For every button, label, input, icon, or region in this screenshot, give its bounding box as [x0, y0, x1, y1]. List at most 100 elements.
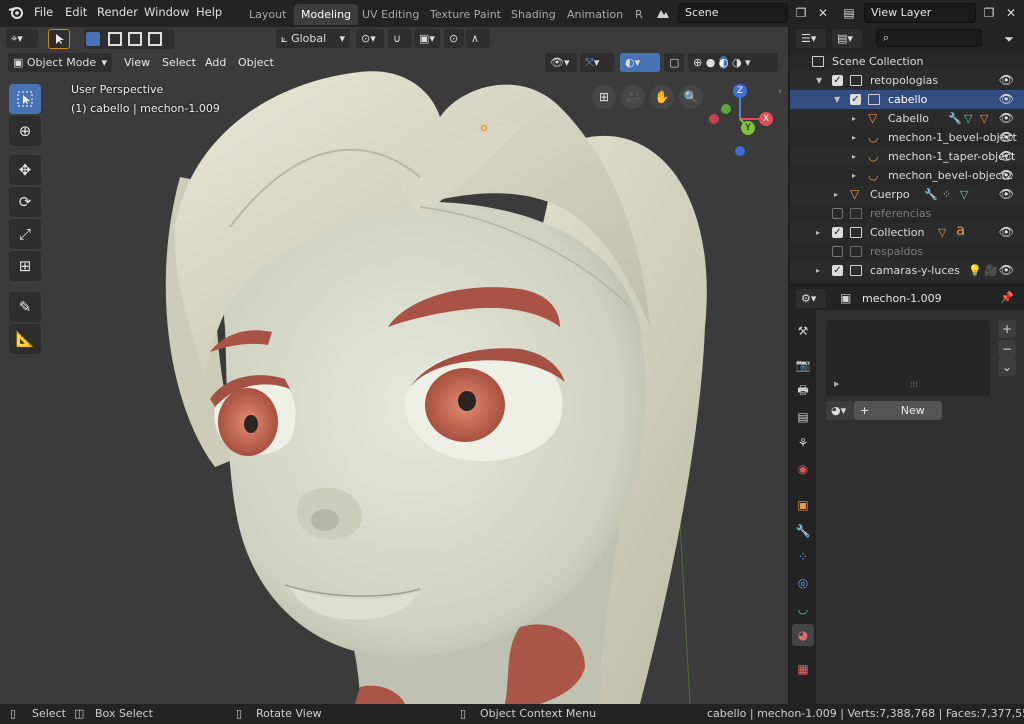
- mode-dropdown[interactable]: ▣ Object Mode ▾: [8, 53, 112, 72]
- light-icon[interactable]: 💡: [968, 261, 982, 280]
- vertex-groups-icon[interactable]: ⁘: [942, 185, 951, 204]
- collapse-sidebar-icon[interactable]: ‹: [778, 87, 782, 97]
- 3d-viewport[interactable]: ⌖▾ ⟀ Global ▾ ⊙▾ ∪ ▣▾ ⊙ ∧ ▣ Object Mode ▾ …: [0, 27, 788, 704]
- scene-tab-icon[interactable]: ⚘: [792, 432, 814, 454]
- view-layer-icon[interactable]: ▤: [836, 3, 862, 23]
- menu-select[interactable]: Select: [162, 56, 196, 69]
- camera-view-icon[interactable]: 🎥: [621, 85, 645, 109]
- checkbox-icon[interactable]: ✓: [832, 265, 843, 276]
- gizmo-z-axis[interactable]: Z: [733, 84, 747, 98]
- tab-texture-paint[interactable]: Texture Paint: [423, 4, 508, 25]
- outliner-row-bevel-object[interactable]: ▸ ◡ mechon-1_bevel-object 👁: [790, 128, 1024, 147]
- gizmo-x-axis[interactable]: X: [759, 112, 773, 126]
- scene-field[interactable]: Scene: [678, 3, 788, 23]
- slot-specials-icon[interactable]: ⌄: [998, 358, 1016, 376]
- new-scene-icon[interactable]: ❐: [790, 3, 812, 23]
- expand-triangle-icon[interactable]: ▸: [816, 261, 820, 280]
- eye-icon[interactable]: 👁: [999, 261, 1014, 280]
- add-slot-icon[interactable]: +: [998, 320, 1016, 338]
- measure-tool-icon[interactable]: 📐: [9, 324, 41, 354]
- text-object-icon[interactable]: a: [956, 221, 965, 240]
- checkbox-icon[interactable]: ✓: [832, 227, 843, 238]
- checkbox-icon[interactable]: [832, 246, 843, 257]
- filter-icon[interactable]: ⏷: [998, 29, 1020, 49]
- delete-scene-icon[interactable]: ✕: [812, 3, 834, 23]
- material-slot-list[interactable]: ▶ ⁞⁞⁞: [826, 320, 990, 396]
- expand-triangle-icon[interactable]: ▸: [834, 185, 838, 204]
- shading-options-icon[interactable]: ▾: [745, 56, 751, 69]
- falloff-icon[interactable]: ∧: [466, 29, 490, 48]
- new-view-layer-icon[interactable]: ❐: [978, 3, 1000, 23]
- transform-orientation-dropdown[interactable]: ⟀ Global ▾: [276, 29, 350, 48]
- menu-add[interactable]: Add: [205, 56, 226, 69]
- outliner-row-cuerpo[interactable]: ▸ ▽ Cuerpo 🔧 ⁘ ▽ 👁: [790, 185, 1024, 204]
- expand-triangle-icon[interactable]: ▸: [852, 109, 856, 128]
- tab-rendering-cut[interactable]: R: [628, 4, 650, 25]
- expand-triangle-icon[interactable]: ▼: [834, 90, 840, 109]
- editor-type-icon[interactable]: ⌖▾: [6, 29, 38, 48]
- material-tab-icon[interactable]: ◕: [792, 624, 814, 646]
- view-layer-field[interactable]: View Layer: [864, 3, 976, 23]
- checkbox-icon[interactable]: ✓: [850, 94, 861, 105]
- outliner-row-cabello[interactable]: ▼ ✓ cabello 👁: [790, 90, 1024, 109]
- menu-file[interactable]: File: [34, 5, 53, 19]
- tab-uv-editing[interactable]: UV Editing: [355, 4, 426, 25]
- select-subtract-icon[interactable]: [128, 32, 142, 46]
- menu-window[interactable]: Window: [144, 5, 189, 19]
- rendered-shading-icon[interactable]: ◑: [732, 56, 742, 69]
- checkbox-icon[interactable]: [832, 208, 843, 219]
- select-invert-icon[interactable]: [148, 32, 162, 46]
- resize-grip-icon[interactable]: ⁞⁞⁞: [910, 380, 918, 389]
- material-browse-icon[interactable]: ◕▾: [826, 401, 854, 420]
- annotate-tool-icon[interactable]: ✎: [9, 292, 41, 322]
- outliner-row-referencias[interactable]: referencias: [790, 204, 1024, 223]
- eye-icon[interactable]: 👁: [999, 166, 1014, 185]
- expand-triangle-icon[interactable]: ▸: [816, 223, 820, 242]
- modifier-wrench-icon[interactable]: 🔧: [924, 185, 938, 204]
- select-extend-icon[interactable]: [108, 32, 122, 46]
- scale-tool-icon[interactable]: ⤢: [9, 219, 41, 249]
- expand-triangle-icon[interactable]: ▼: [816, 71, 822, 90]
- outliner-row-collection[interactable]: ▸ ✓ Collection ▽ a 👁: [790, 221, 1024, 242]
- render-tab-icon[interactable]: 📷: [792, 354, 814, 376]
- camera-icon[interactable]: 🎥: [984, 261, 998, 280]
- expand-triangle-icon[interactable]: ▸: [852, 147, 856, 166]
- cursor-tool-icon[interactable]: ⊕: [9, 116, 41, 146]
- object-tab-icon[interactable]: ▣: [792, 494, 814, 516]
- visibility-eye-icon[interactable]: 👁▾: [545, 53, 577, 72]
- modifier-wrench-icon[interactable]: 🔧: [948, 109, 962, 128]
- snap-icon[interactable]: ∪: [388, 29, 412, 48]
- display-mode-icon[interactable]: ▤▾: [832, 29, 862, 48]
- pan-hand-icon[interactable]: ✋: [650, 85, 674, 109]
- mesh-data-icon[interactable]: ▽: [960, 185, 968, 204]
- remove-slot-icon[interactable]: −: [998, 340, 1016, 358]
- outliner-editor-type-icon[interactable]: ☰▾: [796, 29, 826, 48]
- select-set-icon[interactable]: [86, 32, 100, 46]
- eye-icon[interactable]: 👁: [999, 223, 1014, 242]
- outliner-row-retopologias[interactable]: ▼ ✓ retopologias 👁: [790, 71, 1024, 90]
- linked-object-icon[interactable]: ▽: [980, 109, 988, 128]
- grid-view-icon[interactable]: ⊞: [592, 85, 616, 109]
- material-shading-icon[interactable]: ◐: [718, 56, 729, 69]
- properties-editor-type-icon[interactable]: ⚙▾: [796, 289, 826, 308]
- eye-icon[interactable]: 👁: [999, 185, 1014, 204]
- gizmo-toggle-icon[interactable]: ⤧▾: [580, 53, 614, 72]
- eye-icon[interactable]: 👁: [999, 147, 1014, 166]
- world-tab-icon[interactable]: ◉: [792, 458, 814, 480]
- outliner-row-taper-object[interactable]: ▸ ◡ mechon-1_taper-object 👁: [790, 147, 1024, 166]
- menu-help[interactable]: Help: [196, 5, 222, 19]
- modifier-tab-icon[interactable]: 🔧: [792, 520, 814, 542]
- xray-icon[interactable]: ▢: [664, 53, 684, 72]
- texture-tab-icon[interactable]: ▦: [792, 658, 814, 680]
- mesh-object-icon[interactable]: ▽: [938, 223, 946, 242]
- outliner-row-scene-collection[interactable]: Scene Collection: [790, 52, 1024, 71]
- outliner-row-cabello-object[interactable]: ▸ ▽ Cabello 🔧 ▽ ▽ 👁: [790, 109, 1024, 128]
- eye-icon[interactable]: 👁: [999, 109, 1014, 128]
- output-tab-icon[interactable]: 🖶: [792, 380, 814, 402]
- select-tool-icon[interactable]: [48, 29, 70, 49]
- eye-icon[interactable]: 👁: [999, 128, 1014, 147]
- wireframe-shading-icon[interactable]: ⊕: [693, 56, 702, 69]
- blender-logo-icon[interactable]: [8, 4, 24, 20]
- eye-icon[interactable]: 👁: [999, 90, 1014, 109]
- move-tool-icon[interactable]: ✥: [9, 155, 41, 185]
